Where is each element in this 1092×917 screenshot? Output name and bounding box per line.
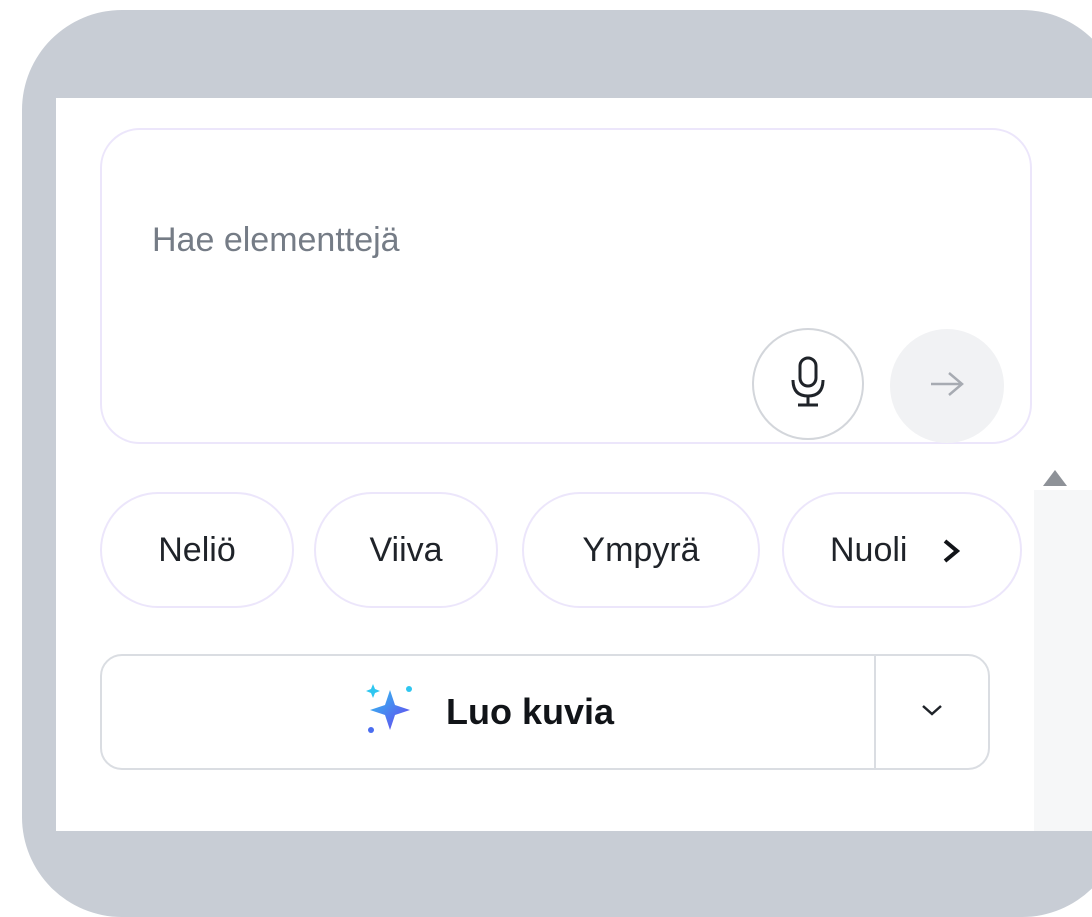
chevron-right-icon[interactable] <box>934 534 968 568</box>
search-input[interactable] <box>152 216 752 264</box>
chip-nelio[interactable]: Neliö <box>100 492 294 608</box>
create-images-button[interactable]: Luo kuvia <box>102 656 874 768</box>
chevron-down-icon <box>920 702 944 723</box>
chip-viiva[interactable]: Viiva <box>314 492 498 608</box>
scrollbar[interactable] <box>1034 490 1092 831</box>
sparkle-icon <box>362 682 418 743</box>
search-box[interactable] <box>100 128 1032 444</box>
elements-panel: Neliö Viiva Ympyrä Nuoli <box>56 98 1092 831</box>
scroll-up-arrow-icon[interactable] <box>1040 466 1070 490</box>
microphone-icon <box>788 356 828 413</box>
arrow-right-icon <box>927 369 967 404</box>
chip-nuoli[interactable]: Nuoli <box>782 492 1022 608</box>
chip-ympyra[interactable]: Ympyrä <box>522 492 760 608</box>
create-images-button-group: Luo kuvia <box>100 654 990 770</box>
voice-search-button[interactable] <box>752 328 864 440</box>
search-submit-button[interactable] <box>890 329 1004 443</box>
create-options-dropdown[interactable] <box>876 656 988 768</box>
create-images-label: Luo kuvia <box>445 691 615 732</box>
